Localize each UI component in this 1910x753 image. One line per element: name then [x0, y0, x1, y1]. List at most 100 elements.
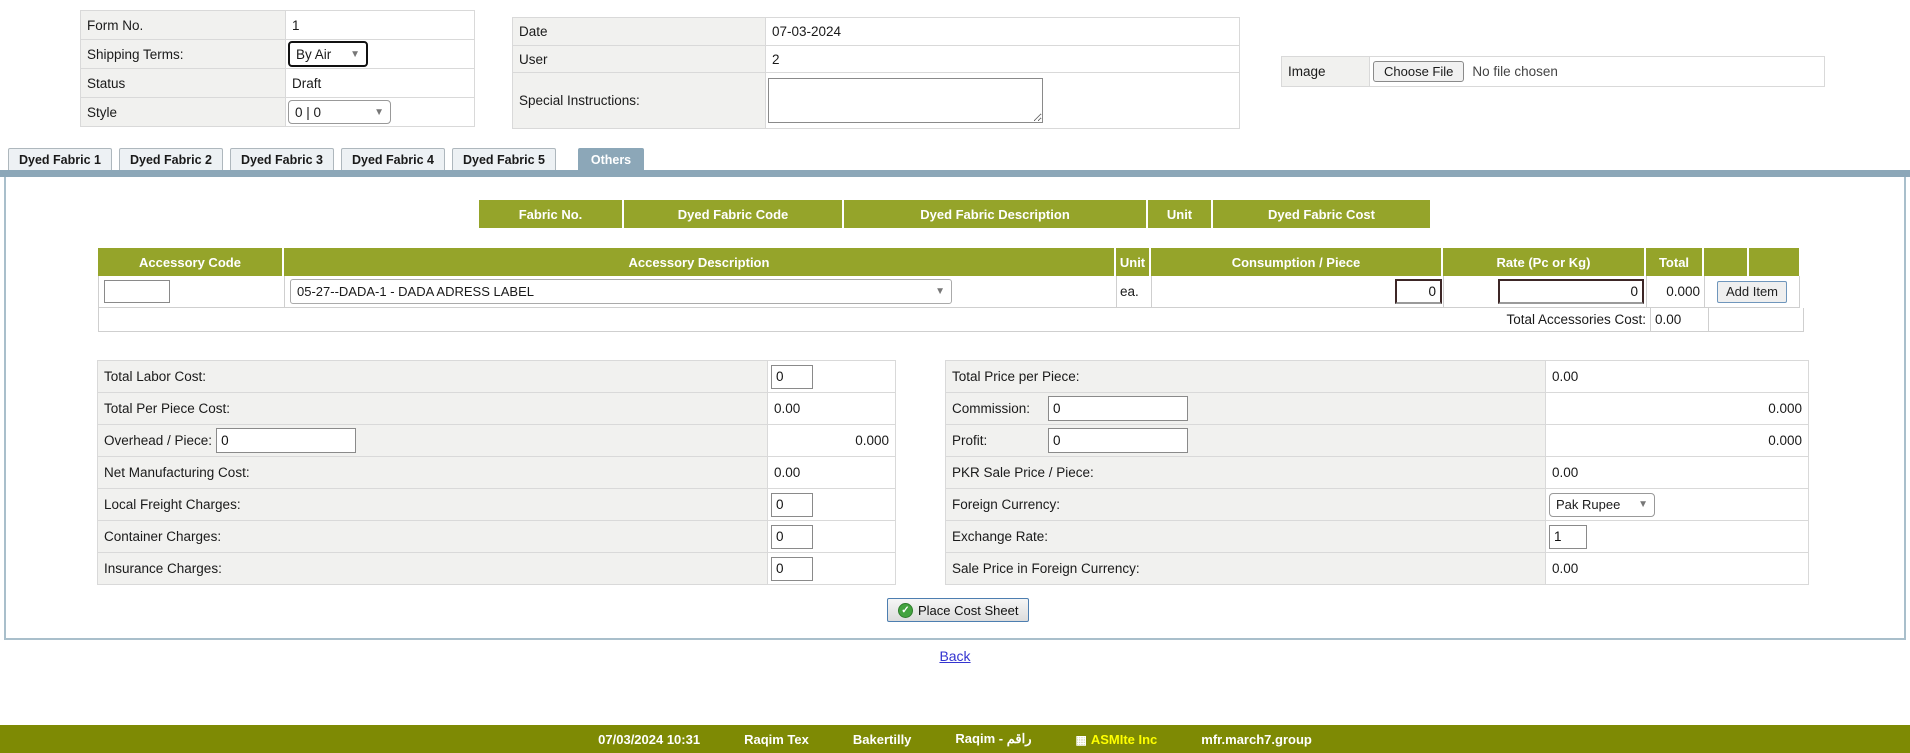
sale-price-foreign-label: Sale Price in Foreign Currency:: [946, 553, 1546, 585]
special-instructions-label: Special Instructions:: [513, 73, 766, 129]
tab-dyed-fabric-3[interactable]: Dyed Fabric 3: [230, 148, 334, 170]
style-cell: 0 | 0 ▼: [286, 98, 475, 127]
tab-dyed-fabric-5[interactable]: Dyed Fabric 5: [452, 148, 556, 170]
shipping-terms-label: Shipping Terms:: [81, 40, 286, 69]
total-labor-cost-input[interactable]: [771, 365, 813, 389]
footer-brand-wrap[interactable]: ▦ ASMIte Inc: [1075, 732, 1157, 747]
footer-auditor: Bakertilly: [853, 732, 912, 747]
footer-datetime: 07/03/2024 10:31: [598, 732, 700, 747]
container-charges-input[interactable]: [771, 525, 813, 549]
net-mfg-cost-label: Net Manufacturing Cost:: [98, 457, 768, 489]
tab-label: Dyed Fabric 4: [352, 153, 434, 167]
accessory-code-input[interactable]: [104, 280, 170, 303]
tab-label: Dyed Fabric 2: [130, 153, 212, 167]
tab-dyed-fabric-2[interactable]: Dyed Fabric 2: [119, 148, 223, 170]
total-header: Total: [1646, 248, 1704, 276]
overhead-value: 0.000: [768, 425, 896, 457]
sale-price-foreign-value: 0.00: [1546, 553, 1809, 585]
special-instructions-textarea[interactable]: [768, 78, 1043, 123]
shipping-terms-selected: By Air: [296, 47, 331, 62]
place-cost-sheet-label: Place Cost Sheet: [918, 603, 1018, 618]
profit-input[interactable]: [1048, 428, 1188, 453]
style-select[interactable]: 0 | 0 ▼: [288, 100, 391, 124]
user-value: 2: [766, 46, 1240, 73]
profit-cell: Profit:: [946, 425, 1546, 457]
tab-dyed-fabric-4[interactable]: Dyed Fabric 4: [341, 148, 445, 170]
consumption-input[interactable]: [1395, 279, 1442, 304]
accessory-header-empty-cell: [1749, 248, 1799, 276]
accessory-entry-row: 05-27--DADA-1 - DADA ADRESS LABEL ▼ ea. …: [98, 276, 1800, 308]
overhead-input[interactable]: [216, 428, 356, 453]
accessory-unit-header: Unit: [1116, 248, 1151, 276]
commission-input[interactable]: [1048, 396, 1188, 421]
exchange-rate-input[interactable]: [1549, 525, 1587, 549]
date-user-table: Date 07-03-2024 User 2 Special Instructi…: [512, 17, 1240, 129]
user-label: User: [513, 46, 766, 73]
footer-company: Raqim Tex: [744, 732, 809, 747]
tab-others[interactable]: Others: [578, 148, 644, 170]
pkr-sale-price-value: 0.00: [1546, 457, 1809, 489]
total-accessories-cost-label: Total Accessories Cost:: [1506, 312, 1646, 327]
accessory-code-header: Accessory Code: [98, 248, 284, 276]
cost-sheet-page: Form No. 1 Shipping Terms: By Air ▼ Stat…: [0, 0, 1910, 753]
active-tab-strip: [0, 170, 1910, 177]
fabric-unit-header: Unit: [1148, 200, 1213, 228]
left-summary-table: Total Labor Cost: Total Per Piece Cost: …: [97, 360, 896, 585]
style-label: Style: [81, 98, 286, 127]
dyed-fabric-desc-header: Dyed Fabric Description: [844, 200, 1148, 228]
exchange-rate-label: Exchange Rate:: [946, 521, 1546, 553]
total-per-piece-cost-label: Total Per Piece Cost:: [98, 393, 768, 425]
dyed-fabric-code-header: Dyed Fabric Code: [624, 200, 844, 228]
rate-header: Rate (Pc or Kg): [1443, 248, 1646, 276]
chevron-down-icon: ▼: [1638, 499, 1648, 510]
rate-input[interactable]: [1498, 279, 1644, 304]
image-upload-table: Image Choose File No file chosen: [1281, 56, 1825, 87]
check-icon: ✓: [898, 603, 913, 618]
foreign-currency-label: Foreign Currency:: [946, 489, 1546, 521]
local-freight-input[interactable]: [771, 493, 813, 517]
overhead-label: Overhead / Piece:: [104, 433, 212, 448]
accessory-desc-header: Accessory Description: [284, 248, 1116, 276]
special-instructions-cell: [766, 73, 1240, 129]
tab-label: Dyed Fabric 3: [241, 153, 323, 167]
footer-brand: ASMIte Inc: [1091, 732, 1157, 747]
accessory-description-selected: 05-27--DADA-1 - DADA ADRESS LABEL: [297, 284, 534, 299]
commission-value: 0.000: [1546, 393, 1809, 425]
tab-label: Others: [591, 153, 631, 167]
total-accessories-cost-value: 0.00: [1655, 312, 1681, 327]
form-no-value: 1: [286, 11, 475, 40]
choose-file-button[interactable]: Choose File: [1373, 61, 1464, 82]
dyed-fabric-cost-header: Dyed Fabric Cost: [1213, 200, 1430, 228]
commission-label: Commission:: [952, 401, 1048, 416]
overhead-cell: Overhead / Piece:: [98, 425, 768, 457]
back-link[interactable]: Back: [0, 648, 1910, 664]
chevron-down-icon: ▼: [350, 49, 360, 60]
tab-label: Dyed Fabric 1: [19, 153, 101, 167]
add-item-button[interactable]: Add Item: [1717, 281, 1787, 303]
image-label: Image: [1282, 57, 1370, 87]
grid-icon: ▦: [1075, 733, 1086, 747]
no-file-chosen-text: No file chosen: [1472, 64, 1558, 79]
profit-label: Profit:: [952, 433, 1048, 448]
tab-dyed-fabric-1[interactable]: Dyed Fabric 1: [8, 148, 112, 170]
consumption-header: Consumption / Piece: [1151, 248, 1443, 276]
accessory-total-value: 0.000: [1666, 284, 1700, 299]
chevron-down-icon: ▼: [374, 107, 384, 118]
accessory-table-header: Accessory Code Accessory Description Uni…: [98, 248, 1799, 276]
footer-user-name: Raqim - راقم: [955, 731, 1031, 747]
right-summary-table: Total Price per Piece: 0.00 Commission: …: [945, 360, 1809, 585]
container-charges-label: Container Charges:: [98, 521, 768, 553]
footer-bar: 07/03/2024 10:31 Raqim Tex Bakertilly Ra…: [0, 725, 1910, 753]
place-cost-sheet-button[interactable]: ✓ Place Cost Sheet: [887, 598, 1029, 622]
insurance-charges-input[interactable]: [771, 557, 813, 581]
foreign-currency-select[interactable]: Pak Rupee ▼: [1549, 493, 1655, 517]
shipping-terms-cell: By Air ▼: [286, 40, 475, 69]
status-value: Draft: [286, 69, 475, 98]
dyed-fabric-table-header: Fabric No. Dyed Fabric Code Dyed Fabric …: [479, 200, 1430, 228]
date-value: 07-03-2024: [766, 18, 1240, 46]
net-mfg-cost-value: 0.00: [768, 457, 896, 489]
accessory-description-select[interactable]: 05-27--DADA-1 - DADA ADRESS LABEL ▼: [290, 279, 952, 304]
insurance-charges-label: Insurance Charges:: [98, 553, 768, 585]
form-no-label: Form No.: [81, 11, 286, 40]
shipping-terms-select[interactable]: By Air ▼: [288, 41, 368, 67]
